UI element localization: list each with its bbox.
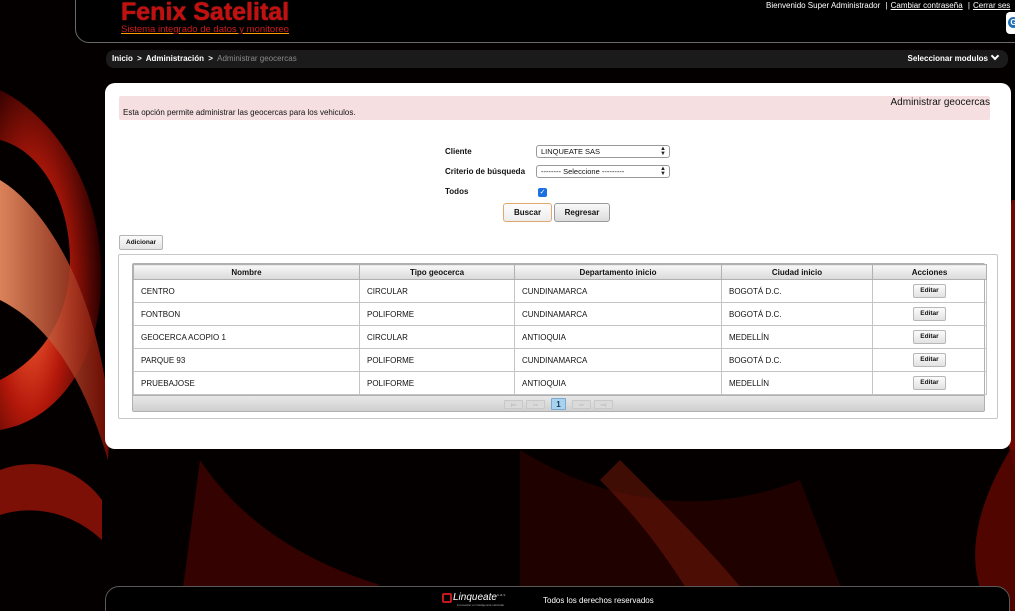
col-header-departamento[interactable]: Departamento inicio (514, 264, 722, 280)
footer-rights: Todos los derechos reservados (543, 596, 654, 605)
help-icon: G (1008, 17, 1015, 28)
cell-ciudad: MEDELLÍN (721, 325, 873, 349)
table-row[interactable]: PRUEBAJOSE POLIFORME ANTIOQUIA MEDELLÍN … (133, 371, 987, 395)
current-page[interactable]: 1 (551, 398, 566, 410)
cliente-select[interactable]: LINQUEATE SAS ▲ ▼ (536, 145, 670, 158)
user-bar: Bienvenido Super Administrador | Cambiar … (766, 1, 1010, 10)
prev-page-button[interactable]: << (526, 400, 545, 409)
edit-button[interactable]: Editar (913, 376, 946, 390)
todos-checkbox[interactable]: ✓ (538, 188, 547, 197)
cell-departamento: ANTIOQUIA (514, 325, 722, 349)
change-password-link[interactable]: Cambiar contraseña (891, 1, 963, 10)
cliente-value: LINQUEATE SAS (541, 147, 601, 156)
back-button[interactable]: Regresar (554, 203, 610, 222)
col-header-ciudad[interactable]: Ciudad inicio (721, 264, 873, 280)
breadcrumb-current: Administrar geocercas (217, 54, 297, 63)
geofence-table: Nombre Tipo geocerca Departamento inicio… (133, 264, 987, 395)
pagination-bar: |<< << 1 >> >>| (133, 395, 984, 411)
last-page-button[interactable]: >>| (594, 400, 613, 409)
criterio-value: -------- Seleccione --------- (541, 167, 625, 176)
cell-nombre: CENTRO (133, 279, 360, 303)
cell-departamento: CUNDINAMARCA (514, 302, 722, 326)
updown-icon: ▲ ▼ (660, 146, 666, 157)
side-tab[interactable]: G (1006, 12, 1015, 34)
cell-ciudad: BOGOTÁ D.C. (721, 348, 873, 372)
cell-tipo: POLIFORME (359, 348, 515, 372)
chevron-down-icon (990, 51, 1000, 61)
grid-container: Nombre Tipo geocerca Departamento inicio… (118, 254, 998, 419)
cell-nombre: GEOCERCA ACOPIO 1 (133, 325, 360, 349)
first-page-button[interactable]: |<< (504, 400, 523, 409)
cell-nombre: PRUEBAJOSE (133, 371, 360, 395)
separator: | (885, 1, 888, 10)
footer-logo-name: Linqueate (453, 592, 497, 603)
col-header-acciones: Acciones (872, 264, 987, 280)
edit-button[interactable]: Editar (913, 284, 946, 298)
info-text: Esta opción permite administrar las geoc… (123, 108, 356, 117)
logout-link[interactable]: Cerrar ses (973, 1, 1010, 10)
welcome-text: Bienvenido Super Administrador (766, 1, 881, 10)
table-row[interactable]: CENTRO CIRCULAR CUNDINAMARCA BOGOTÁ D.C.… (133, 279, 987, 303)
module-select-label: Seleccionar modulos (907, 54, 988, 63)
table-row[interactable]: PARQUE 93 POLIFORME CUNDINAMARCA BOGOTÁ … (133, 348, 987, 372)
cell-departamento: ANTIOQUIA (514, 371, 722, 395)
todos-label: Todos (445, 187, 469, 196)
cell-tipo: POLIFORME (359, 371, 515, 395)
cell-departamento: CUNDINAMARCA (514, 279, 722, 303)
linqueate-logo-icon (442, 592, 452, 603)
page-title: Administrar geocercas (890, 97, 990, 108)
footer-logo-tagline: innovación en inteligencia vehicular (457, 603, 505, 607)
updown-icon: ▲ ▼ (660, 166, 666, 177)
next-page-button[interactable]: >> (572, 400, 591, 409)
edit-button[interactable]: Editar (913, 307, 946, 321)
criterio-select[interactable]: -------- Seleccione --------- ▲ ▼ (536, 165, 670, 178)
footer-logo-suffix: s.a.s (496, 592, 506, 597)
criterio-label: Criterio de búsqueda (445, 167, 526, 176)
cell-tipo: POLIFORME (359, 302, 515, 326)
cell-acciones: Editar (872, 302, 987, 326)
footer-logo: Linqueates.a.s innovación en inteligenci… (442, 592, 506, 607)
breadcrumb: Inicio > Administración > Administrar ge… (112, 54, 297, 63)
brand-title: Fenix Satelital (121, 0, 290, 26)
cell-tipo: CIRCULAR (359, 279, 515, 303)
cell-nombre: PARQUE 93 (133, 348, 360, 372)
search-button[interactable]: Buscar (503, 203, 552, 222)
cell-ciudad: MEDELLÍN (721, 371, 873, 395)
separator: | (967, 1, 970, 10)
cell-acciones: Editar (872, 279, 987, 303)
geofence-grid: Nombre Tipo geocerca Departamento inicio… (132, 263, 987, 412)
cell-ciudad: BOGOTÁ D.C. (721, 279, 873, 303)
cell-acciones: Editar (872, 325, 987, 349)
table-row[interactable]: FONTBON POLIFORME CUNDINAMARCA BOGOTÁ D.… (133, 302, 987, 326)
edit-button[interactable]: Editar (913, 330, 946, 344)
breadcrumb-home[interactable]: Inicio (112, 54, 133, 63)
add-button[interactable]: Adicionar (119, 235, 163, 250)
cell-nombre: FONTBON (133, 302, 360, 326)
col-header-tipo[interactable]: Tipo geocerca (359, 264, 515, 280)
edit-button[interactable]: Editar (913, 353, 946, 367)
breadcrumb-arrow: > (208, 54, 213, 63)
cell-acciones: Editar (872, 348, 987, 372)
brand-subtitle: Sistema integrado de datos y monitoreo (121, 24, 289, 35)
breadcrumb-bar: Inicio > Administración > Administrar ge… (106, 50, 1008, 68)
table-header-row: Nombre Tipo geocerca Departamento inicio… (133, 264, 987, 280)
cell-departamento: CUNDINAMARCA (514, 348, 722, 372)
breadcrumb-admin[interactable]: Administración (146, 54, 204, 63)
table-row[interactable]: GEOCERCA ACOPIO 1 CIRCULAR ANTIOQUIA MED… (133, 325, 987, 349)
cell-ciudad: BOGOTÁ D.C. (721, 302, 873, 326)
col-header-nombre[interactable]: Nombre (133, 264, 360, 280)
cell-acciones: Editar (872, 371, 987, 395)
main-panel: Administrar geocercas Esta opción permit… (105, 83, 1011, 449)
module-select-button[interactable]: Seleccionar modulos (907, 51, 1000, 63)
cell-tipo: CIRCULAR (359, 325, 515, 349)
info-box: Administrar geocercas Esta opción permit… (119, 96, 990, 120)
cliente-label: Cliente (445, 147, 472, 156)
breadcrumb-arrow: > (137, 54, 142, 63)
